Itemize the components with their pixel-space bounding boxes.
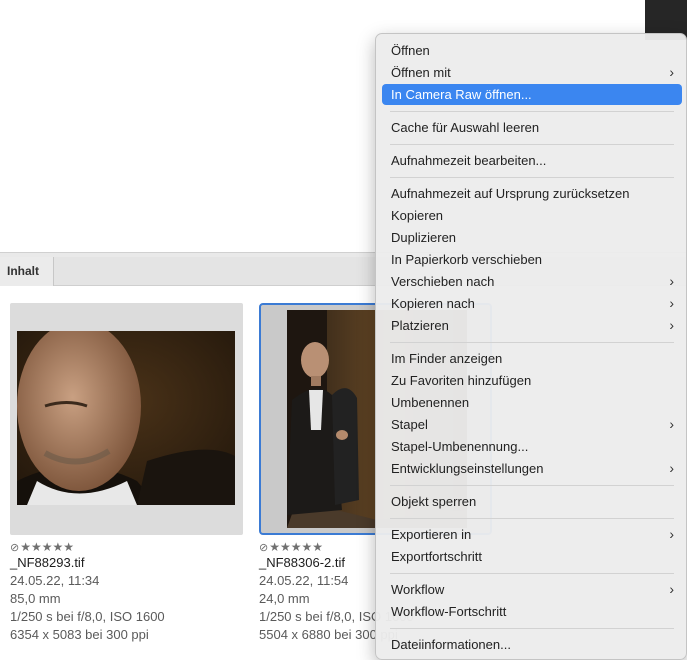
menu-item-open[interactable]: Öffnen <box>382 40 682 61</box>
thumbnail-metadata: ⊘★★★★★ _NF88293.tif 24.05.22, 11:34 85,0… <box>10 540 165 644</box>
file-name[interactable]: _NF88293.tif <box>10 554 165 572</box>
menu-item-edit-capture-time[interactable]: Aufnahmezeit bearbeiten... <box>382 150 682 171</box>
chevron-right-icon: › <box>669 317 674 333</box>
menu-separator <box>390 111 674 112</box>
menu-separator <box>390 485 674 486</box>
chevron-right-icon: › <box>669 295 674 311</box>
context-menu: Öffnen Öffnen mit › In Camera Raw öffnen.… <box>375 33 687 660</box>
reject-icon[interactable]: ⊘ <box>259 542 268 554</box>
menu-item-copy-to[interactable]: Kopieren nach › <box>382 293 682 314</box>
menu-separator <box>390 628 674 629</box>
menu-item-move-to-trash[interactable]: In Papierkorb verschieben <box>382 249 682 270</box>
photo-thumbnail <box>17 331 235 505</box>
tab-content[interactable]: Inhalt <box>0 257 54 286</box>
chevron-right-icon: › <box>669 460 674 476</box>
menu-separator <box>390 144 674 145</box>
chevron-right-icon: › <box>669 416 674 432</box>
exposure-info: 1/250 s bei f/8,0, ISO 1600 <box>10 609 165 624</box>
thumbnail-cell[interactable] <box>10 303 243 535</box>
menu-item-develop-settings[interactable]: Entwicklungseinstellungen › <box>382 458 682 479</box>
menu-item-move-to[interactable]: Verschieben nach › <box>382 271 682 292</box>
menu-item-rename[interactable]: Umbenennen <box>382 392 682 413</box>
chevron-right-icon: › <box>669 273 674 289</box>
menu-item-workflow-progress[interactable]: Workflow-Fortschritt <box>382 601 682 622</box>
menu-item-reset-capture-time[interactable]: Aufnahmezeit auf Ursprung zurücksetzen <box>382 183 682 204</box>
menu-item-open-with[interactable]: Öffnen mit › <box>382 62 682 83</box>
menu-item-clear-cache[interactable]: Cache für Auswahl leeren <box>382 117 682 138</box>
menu-item-duplicate[interactable]: Duplizieren <box>382 227 682 248</box>
menu-item-batch-rename[interactable]: Stapel-Umbenennung... <box>382 436 682 457</box>
menu-separator <box>390 518 674 519</box>
focal-length: 85,0 mm <box>10 591 61 606</box>
menu-item-add-to-favorites[interactable]: Zu Favoriten hinzufügen <box>382 370 682 391</box>
menu-item-open-camera-raw[interactable]: In Camera Raw öffnen... <box>382 84 682 105</box>
reject-icon[interactable]: ⊘ <box>10 542 19 554</box>
menu-separator <box>390 177 674 178</box>
star-rating[interactable]: ⊘★★★★★ <box>10 540 165 554</box>
chevron-right-icon: › <box>669 64 674 80</box>
menu-item-export-progress[interactable]: Exportfortschritt <box>382 546 682 567</box>
menu-item-copy[interactable]: Kopieren <box>382 205 682 226</box>
menu-item-workflow[interactable]: Workflow › <box>382 579 682 600</box>
menu-item-file-info[interactable]: Dateiinformationen... <box>382 634 682 655</box>
menu-item-stack[interactable]: Stapel › <box>382 414 682 435</box>
menu-separator <box>390 342 674 343</box>
image-dimensions: 6354 x 5083 bei 300 ppi <box>10 627 149 642</box>
chevron-right-icon: › <box>669 526 674 542</box>
menu-separator <box>390 573 674 574</box>
menu-item-export-to[interactable]: Exportieren in › <box>382 524 682 545</box>
menu-item-place[interactable]: Platzieren › <box>382 315 682 336</box>
menu-item-lock-item[interactable]: Objekt sperren <box>382 491 682 512</box>
capture-date: 24.05.22, 11:34 <box>10 573 100 588</box>
chevron-right-icon: › <box>669 581 674 597</box>
menu-item-show-in-finder[interactable]: Im Finder anzeigen <box>382 348 682 369</box>
